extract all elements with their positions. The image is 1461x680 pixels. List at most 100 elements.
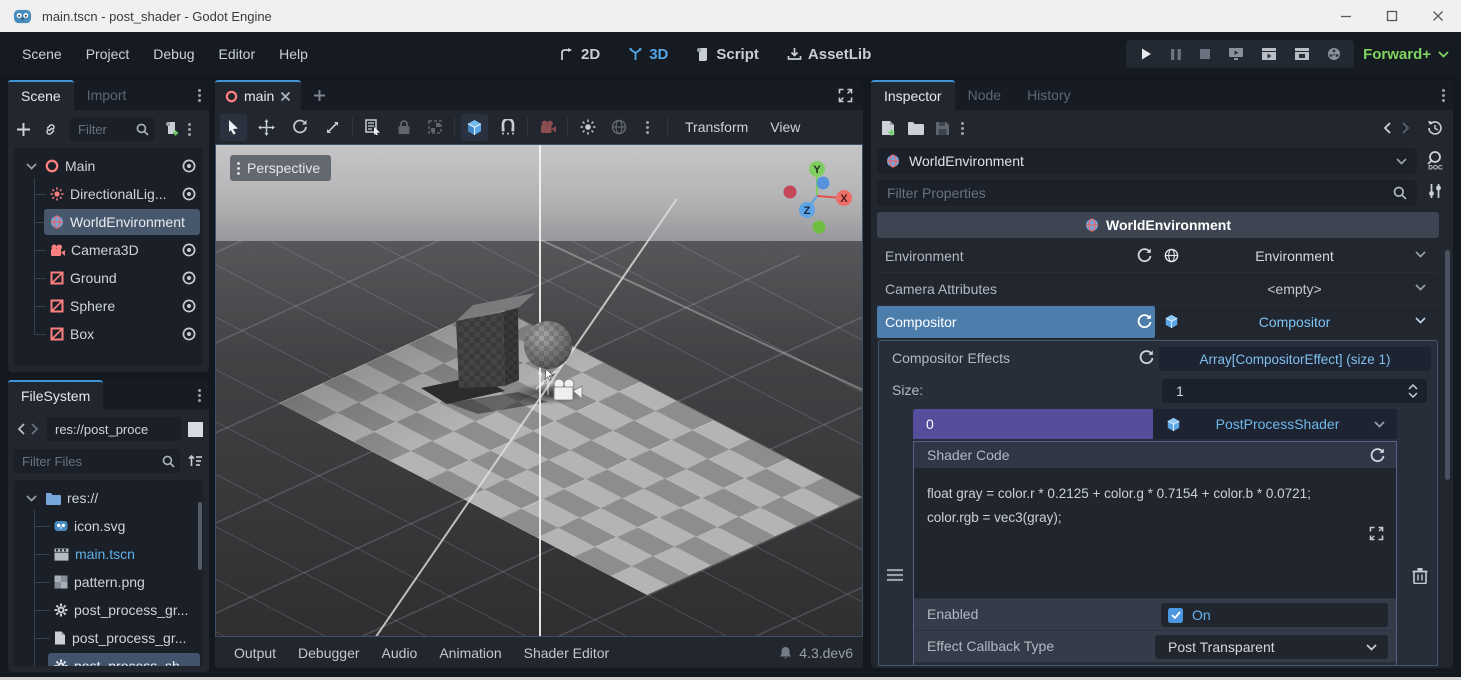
perspective-menu[interactable]: Perspective bbox=[230, 155, 331, 181]
revert-icon[interactable] bbox=[1136, 247, 1153, 264]
effect-callback-dropdown[interactable]: Post Transparent bbox=[1155, 635, 1388, 659]
filter-properties-input[interactable] bbox=[877, 181, 1417, 205]
fs-display-mode-button[interactable] bbox=[188, 422, 203, 437]
menu-editor[interactable]: Editor bbox=[207, 46, 268, 62]
tab-history[interactable]: History bbox=[1014, 80, 1084, 110]
shader-code-header[interactable]: Shader Code bbox=[914, 442, 1396, 468]
workspace-2d-button[interactable]: 2D bbox=[560, 46, 600, 63]
chevron-down-icon[interactable] bbox=[26, 495, 37, 502]
scene-node-main[interactable]: Main bbox=[14, 152, 203, 180]
move-tool[interactable] bbox=[253, 114, 280, 141]
viewport-3d[interactable]: Perspective Y X Z bbox=[215, 144, 863, 637]
array-element-0-header[interactable]: 0 PostProcessShader bbox=[913, 409, 1397, 439]
transform-menu[interactable]: Transform bbox=[674, 119, 759, 135]
new-resource-button[interactable] bbox=[881, 120, 896, 137]
inspector-scrollbar[interactable] bbox=[1445, 250, 1450, 480]
expand-editor-icon[interactable] bbox=[1369, 526, 1384, 541]
pause-button[interactable] bbox=[1170, 48, 1182, 61]
bottom-tab-audio[interactable]: Audio bbox=[371, 645, 429, 661]
play-custom-scene-button[interactable] bbox=[1261, 47, 1277, 61]
scene-node-directionallight[interactable]: DirectionalLig... bbox=[14, 180, 203, 208]
chevron-down-icon[interactable] bbox=[1415, 284, 1426, 291]
menu-scene[interactable]: Scene bbox=[10, 46, 74, 62]
visibility-eye-icon[interactable] bbox=[181, 158, 197, 174]
menu-project[interactable]: Project bbox=[74, 46, 142, 62]
element-drag-handle[interactable] bbox=[887, 569, 903, 581]
local-space-toggle[interactable] bbox=[461, 114, 488, 141]
enabled-checkbox[interactable] bbox=[1168, 608, 1183, 623]
view-menu[interactable]: View bbox=[759, 119, 811, 135]
bottom-tab-output[interactable]: Output bbox=[223, 645, 287, 661]
chevron-down-icon[interactable] bbox=[1415, 317, 1426, 324]
fs-item-res-root[interactable]: res:// bbox=[14, 484, 203, 512]
movie-maker-button[interactable] bbox=[1294, 47, 1310, 61]
filter-properties-box[interactable] bbox=[877, 180, 1417, 206]
visibility-eye-icon[interactable] bbox=[181, 186, 197, 202]
play-scene-button[interactable] bbox=[1228, 47, 1244, 61]
rotate-tool[interactable] bbox=[286, 114, 313, 141]
visibility-eye-icon[interactable] bbox=[181, 326, 197, 342]
property-camera-attributes[interactable]: Camera Attributes <empty> bbox=[877, 273, 1439, 306]
tab-main-scene[interactable]: main bbox=[215, 80, 301, 110]
fs-path-field[interactable]: res://post_proce bbox=[47, 417, 181, 441]
fs-item-post-process-gradient[interactable]: post_process_gr... bbox=[14, 596, 203, 624]
property-environment[interactable]: Environment Environment bbox=[877, 240, 1439, 273]
camera3d-gizmo[interactable] bbox=[532, 361, 590, 409]
size-field[interactable]: 1 bbox=[1162, 379, 1427, 403]
menu-help[interactable]: Help bbox=[267, 46, 320, 62]
play-button[interactable] bbox=[1139, 47, 1153, 61]
fs-scrollbar[interactable] bbox=[198, 502, 202, 570]
object-selector[interactable]: WorldEnvironment bbox=[877, 148, 1417, 174]
version-label[interactable]: 4.3.dev6 bbox=[799, 645, 853, 661]
load-resource-button[interactable] bbox=[907, 121, 924, 135]
scale-tool[interactable] bbox=[319, 114, 346, 141]
scene-node-ground[interactable]: Ground bbox=[14, 264, 203, 292]
fs-forward-button[interactable] bbox=[28, 423, 42, 435]
history-back-button[interactable] bbox=[1383, 122, 1391, 134]
preview-sun-toggle[interactable] bbox=[574, 114, 601, 141]
bottom-tab-shader-editor[interactable]: Shader Editor bbox=[513, 645, 621, 661]
visibility-eye-icon[interactable] bbox=[181, 242, 197, 258]
bell-icon[interactable] bbox=[779, 646, 792, 660]
fs-item-post-process-file[interactable]: post_process_gr... bbox=[14, 624, 203, 652]
scene-dock-menu-dots[interactable] bbox=[190, 80, 209, 110]
workspace-script-button[interactable]: Script bbox=[696, 46, 759, 63]
film-reel-icon[interactable] bbox=[1327, 47, 1341, 61]
camera-preview-toggle[interactable] bbox=[534, 114, 561, 141]
shader-code-editor[interactable]: float gray = color.r * 0.2125 + color.g … bbox=[914, 468, 1396, 598]
save-resource-button[interactable] bbox=[935, 121, 950, 136]
property-tools-button[interactable] bbox=[1427, 183, 1443, 199]
tab-node[interactable]: Node bbox=[955, 80, 1014, 110]
add-node-button[interactable] bbox=[16, 122, 31, 137]
maximize-button[interactable] bbox=[1369, 0, 1415, 32]
object-history-button[interactable] bbox=[1427, 120, 1443, 136]
workspace-3d-button[interactable]: 3D bbox=[628, 46, 668, 63]
close-icon[interactable] bbox=[280, 91, 291, 102]
history-forward-button[interactable] bbox=[1402, 122, 1410, 134]
attach-script-button[interactable] bbox=[164, 121, 180, 137]
chevron-down-icon[interactable] bbox=[1374, 421, 1385, 428]
lock-tool[interactable] bbox=[390, 114, 417, 141]
fs-filter-input[interactable] bbox=[14, 449, 180, 473]
compositor-effects-array-button[interactable]: Array[CompositorEffect] (size 1) bbox=[1159, 347, 1431, 371]
visibility-eye-icon[interactable] bbox=[181, 270, 197, 286]
select-tool[interactable] bbox=[220, 114, 247, 141]
scene-node-sphere[interactable]: Sphere bbox=[14, 292, 203, 320]
fs-item-post-process-shader[interactable]: post_process_sh... bbox=[14, 652, 203, 666]
tab-filesystem[interactable]: FileSystem bbox=[8, 380, 103, 410]
fs-item-main-tscn[interactable]: main.tscn bbox=[14, 540, 203, 568]
tab-inspector[interactable]: Inspector bbox=[871, 80, 955, 110]
fs-item-icon-svg[interactable]: icon.svg bbox=[14, 512, 203, 540]
tab-scene[interactable]: Scene bbox=[8, 80, 74, 110]
visibility-eye-icon[interactable] bbox=[181, 298, 197, 314]
inspector-dock-menu-dots[interactable] bbox=[1434, 80, 1453, 110]
instance-scene-button[interactable] bbox=[43, 122, 58, 137]
chevron-down-icon[interactable] bbox=[1415, 251, 1426, 258]
fs-sort-button[interactable] bbox=[188, 454, 203, 468]
scene-node-box[interactable]: Box bbox=[14, 320, 203, 348]
revert-icon[interactable] bbox=[1138, 349, 1155, 366]
revert-icon[interactable] bbox=[1136, 313, 1153, 330]
tab-import[interactable]: Import bbox=[74, 80, 140, 110]
bottom-tab-animation[interactable]: Animation bbox=[428, 645, 512, 661]
revert-icon[interactable] bbox=[1369, 447, 1386, 464]
